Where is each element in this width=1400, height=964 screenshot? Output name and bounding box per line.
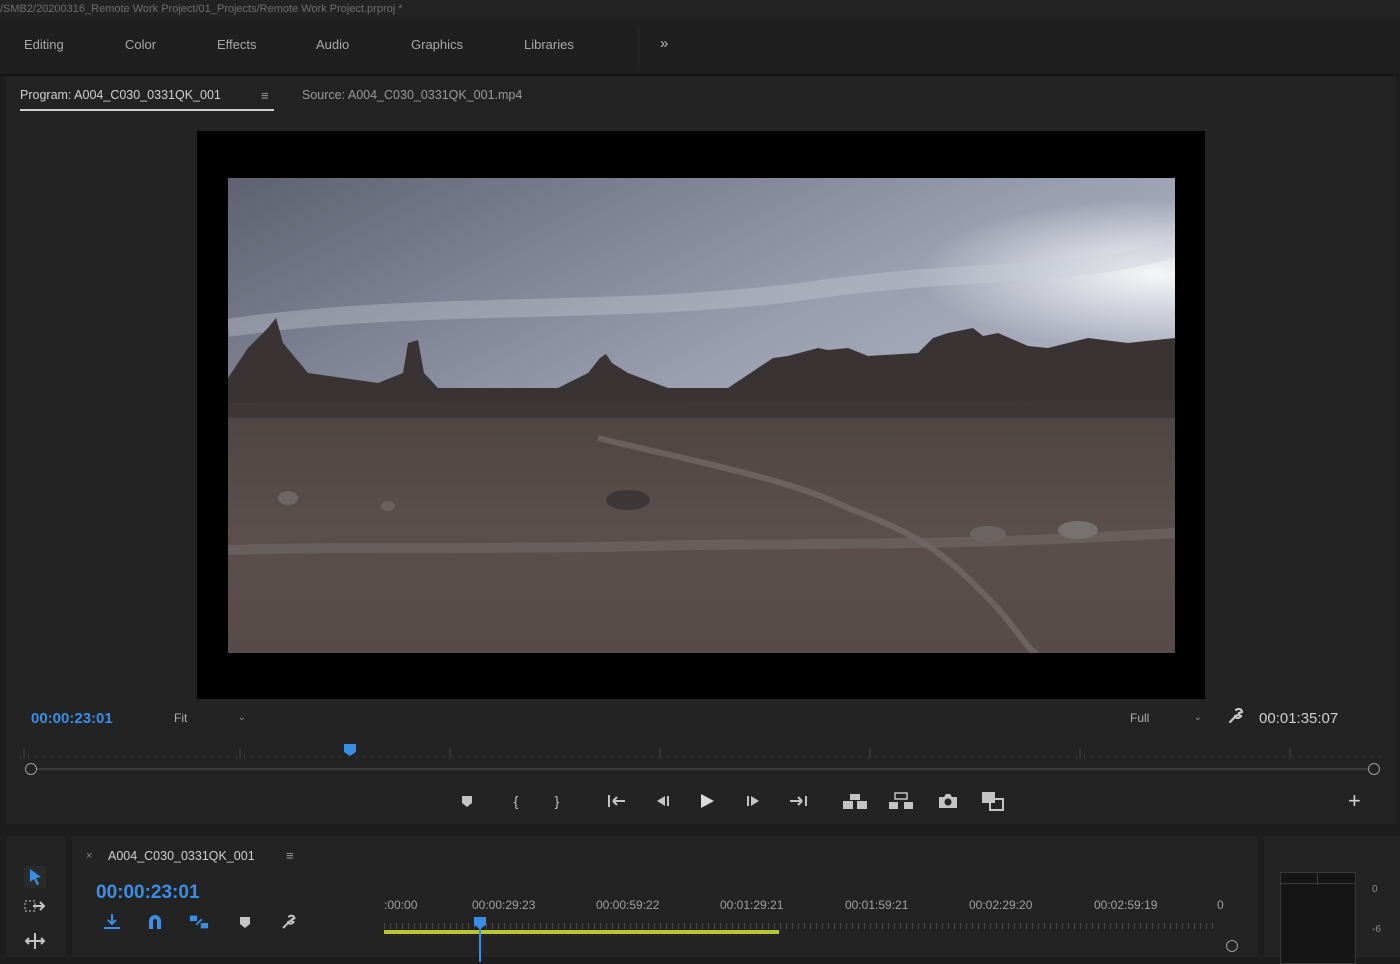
workspace-tab-graphics[interactable]: Graphics	[411, 37, 463, 52]
add-marker-icon[interactable]	[454, 788, 480, 814]
ruler-label-trailing: 0	[1217, 898, 1224, 912]
ruler-label-6: 00:02:59:19	[1094, 898, 1158, 912]
lift-icon[interactable]	[842, 788, 868, 814]
video-desert-landscape	[228, 178, 1175, 653]
step-back-icon[interactable]	[649, 788, 675, 814]
add-marker-icon[interactable]	[235, 912, 255, 932]
chevron-down-icon: ⌄	[237, 712, 246, 723]
ruler-label-4: 00:01:59:21	[845, 898, 909, 912]
tab-source-monitor[interactable]: Source: A004_C030_0331QK_001.mp4	[302, 88, 522, 102]
extract-icon[interactable]	[888, 788, 914, 814]
wrench-icon[interactable]	[279, 912, 299, 932]
meter-label-minus6: -6	[1372, 924, 1381, 935]
timeline-ruler[interactable]	[384, 922, 1214, 930]
timeline-timecode[interactable]: 00:00:23:01	[96, 882, 200, 904]
audio-meter	[1280, 872, 1356, 964]
playhead-timecode[interactable]: 00:00:23:01	[31, 710, 113, 727]
window-title: /SMB2/20200316_Remote Work Project/01_Pr…	[0, 0, 1400, 18]
timeline-zoom-handle[interactable]	[1226, 940, 1238, 952]
workspace-tab-audio[interactable]: Audio	[316, 37, 349, 52]
tab-program-monitor[interactable]: Program: A004_C030_0331QK_001	[20, 88, 221, 102]
transport-controls: { }	[446, 788, 1016, 814]
workspace-tab-editing[interactable]: Editing	[24, 37, 64, 52]
add-button[interactable]: +	[1348, 790, 1361, 812]
ruler-label-5: 00:02:29:20	[969, 898, 1033, 912]
mark-in-button[interactable]: {	[503, 788, 529, 814]
timeline-panel: × A004_C030_0331QK_001 ≡ 00:00:23:01 :00…	[0, 830, 1400, 964]
audio-meter-panel: 0 -6	[1264, 836, 1400, 964]
active-tab-underline	[20, 109, 274, 111]
resolution-select[interactable]: Full ⌄	[1130, 708, 1206, 728]
ruler-label-0: :00:00	[384, 898, 418, 912]
timeline-playhead[interactable]	[473, 916, 487, 930]
hamburger-menu-icon[interactable]: ≡	[286, 848, 294, 863]
track-select-tool-icon[interactable]	[24, 898, 46, 919]
snap-magnet-icon[interactable]	[145, 912, 165, 932]
scrub-bar[interactable]	[31, 768, 1373, 770]
workspace-bar: Editing Color Effects Audio Graphics Lib…	[0, 18, 1400, 76]
play-icon[interactable]	[694, 788, 720, 814]
ruler-label-3: 00:01:29:21	[720, 898, 784, 912]
program-monitor-panel: Program: A004_C030_0331QK_001 ≡ Source: …	[6, 76, 1396, 824]
work-area-bar[interactable]	[384, 930, 779, 934]
selection-tool-icon[interactable]	[24, 866, 46, 891]
zoom-handle-right[interactable]	[1368, 763, 1380, 775]
workspace-tab-libraries[interactable]: Libraries	[524, 37, 574, 52]
hamburger-menu-icon[interactable]: ≡	[261, 88, 269, 103]
wrench-icon[interactable]	[1226, 706, 1246, 729]
timeline-sequence: × A004_C030_0331QK_001 ≡ 00:00:23:01 :00…	[72, 836, 1258, 962]
more-workspaces-icon[interactable]: »	[660, 35, 668, 52]
sequence-tab[interactable]: A004_C030_0331QK_001	[108, 849, 255, 863]
monitor-time-ruler[interactable]	[20, 746, 1382, 760]
resolution-select-value: Full	[1130, 711, 1150, 725]
video-frame	[197, 131, 1205, 699]
go-to-in-icon[interactable]	[604, 788, 630, 814]
workspace-tab-color[interactable]: Color	[125, 37, 156, 52]
ripple-edit-tool-icon[interactable]	[24, 932, 46, 953]
ruler-label-2: 00:00:59:22	[596, 898, 660, 912]
close-sequence-button[interactable]: ×	[86, 850, 92, 862]
step-forward-icon[interactable]	[741, 788, 767, 814]
camera-icon[interactable]	[935, 788, 961, 814]
playhead-marker[interactable]	[343, 743, 357, 757]
go-to-out-icon[interactable]	[785, 788, 811, 814]
ruler-label-1: 00:00:29:23	[472, 898, 536, 912]
tools-panel	[6, 836, 66, 957]
workspace-tab-effects[interactable]: Effects	[217, 37, 257, 52]
meter-label-0: 0	[1372, 884, 1378, 895]
zoom-select[interactable]: Fit ⌄	[174, 708, 250, 728]
zoom-select-value: Fit	[174, 711, 188, 725]
workspace-divider	[638, 26, 639, 66]
video-preview[interactable]	[228, 178, 1175, 653]
mark-out-button[interactable]: }	[544, 788, 570, 814]
comparison-view-icon[interactable]	[980, 788, 1006, 814]
linked-selection-icon[interactable]	[189, 912, 209, 932]
chevron-down-icon: ⌄	[1193, 712, 1202, 723]
insert-nest-icon[interactable]	[102, 912, 122, 932]
duration-timecode: 00:01:35:07	[1259, 710, 1339, 727]
zoom-handle-left[interactable]	[25, 763, 37, 775]
